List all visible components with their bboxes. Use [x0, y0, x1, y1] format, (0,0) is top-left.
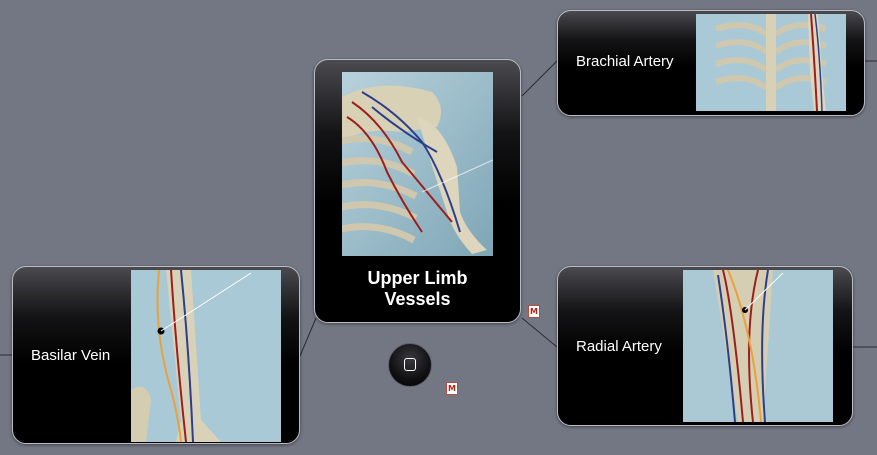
forearm-vessels-image	[683, 270, 833, 422]
thorax-skeleton-image	[696, 14, 846, 111]
topic-label-basilar-vein: Basilar Vein	[31, 347, 111, 364]
central-topic-title-line2: Vessels	[384, 289, 451, 309]
arm-vein-image	[131, 270, 281, 442]
topic-label-radial-artery: Radial Artery	[576, 338, 662, 355]
upper-limb-skeleton-vessels-image	[342, 72, 493, 256]
home-square-icon	[404, 358, 416, 371]
note-icon[interactable]: M	[528, 305, 540, 318]
topic-label-brachial-artery: Brachial Artery	[576, 53, 674, 70]
topic-node-radial-artery[interactable]: Radial Artery	[557, 266, 853, 426]
home-button[interactable]	[388, 343, 432, 387]
topic-node-brachial-artery[interactable]: Brachial Artery	[557, 10, 865, 116]
central-topic-title-line1: Upper Limb	[367, 268, 468, 288]
topic-node-basilar-vein[interactable]: Basilar Vein	[12, 266, 300, 444]
note-icon[interactable]: M	[446, 382, 458, 395]
central-topic-node[interactable]: Upper Limb Vessels	[314, 59, 521, 323]
